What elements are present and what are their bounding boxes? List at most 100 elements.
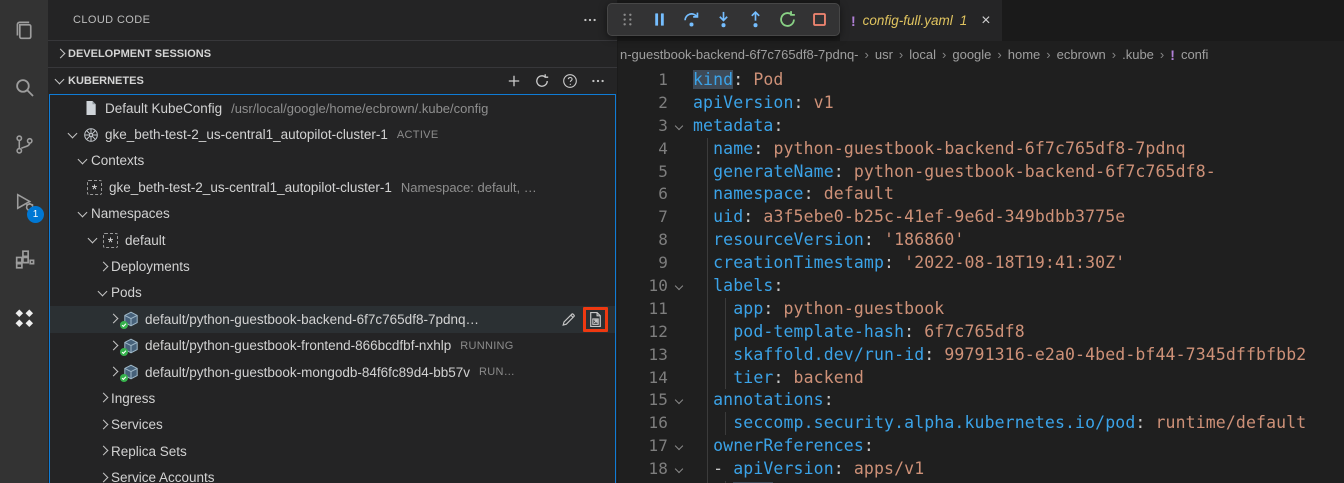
tree-item-description: Namespace: default, …: [401, 180, 537, 195]
tree-item-contexts[interactable]: Contexts: [50, 148, 615, 174]
chevron-down-icon[interactable]: [75, 206, 91, 222]
more-actions-button[interactable]: [587, 70, 609, 92]
tree-item-replica-sets[interactable]: Replica Sets: [50, 438, 615, 464]
section-kubernetes[interactable]: KUBERNETES: [48, 67, 617, 94]
chevron-right-icon[interactable]: [95, 259, 111, 275]
activity-item-source-control[interactable]: [0, 120, 48, 168]
yaml-key: uid: [713, 207, 743, 226]
editor-group: ! config-full.yaml 1 × n-guestbook-backe…: [618, 0, 1344, 483]
step-into-button[interactable]: [709, 6, 738, 34]
pause-button[interactable]: [645, 6, 674, 34]
chevron-down-icon[interactable]: [75, 153, 91, 169]
line-number: 17: [618, 435, 668, 458]
fold-chevron-icon[interactable]: [668, 435, 693, 458]
add-cluster-button[interactable]: [503, 70, 525, 92]
chevron-right-icon[interactable]: [95, 443, 111, 459]
indent-guide: [725, 321, 726, 344]
tree-item-gke-beth-test-2-us-central1-autopilot-cl[interactable]: *gke_beth-test-2_us-central1_autopilot-c…: [50, 174, 615, 200]
tree-item-default-python-guestbook-backend-6f7c765[interactable]: default/python-guestbook-backend-6f7c765…: [50, 306, 615, 332]
tree-item-label: Ingress: [111, 391, 155, 406]
help-button[interactable]: [559, 70, 581, 92]
breadcrumb-item[interactable]: ecbrown: [1057, 47, 1106, 62]
activity-item-cloud-code[interactable]: [0, 294, 48, 342]
chevron-right-icon[interactable]: [105, 364, 121, 380]
tree-item-pods[interactable]: Pods: [50, 280, 615, 306]
tab-label: config-full.yaml: [863, 13, 953, 28]
indent-guide: [725, 344, 726, 367]
tree-item-label: gke_beth-test-2_us-central1_autopilot-cl…: [105, 127, 388, 142]
tree-item-default-python-guestbook-frontend-866bcd[interactable]: default/python-guestbook-frontend-866bcd…: [50, 333, 615, 359]
code-line: 14 tier: backend: [618, 367, 1344, 390]
chevron-right-icon[interactable]: [105, 338, 121, 354]
chevron-right-icon[interactable]: [95, 417, 111, 433]
code-line: 11 app: python-guestbook: [618, 298, 1344, 321]
line-number: 1: [618, 69, 668, 92]
activity-item-extensions[interactable]: [0, 235, 48, 283]
breadcrumb-item[interactable]: usr: [875, 47, 893, 62]
step-out-button[interactable]: [741, 6, 770, 34]
chevron-down-icon[interactable]: [65, 127, 81, 143]
tree-item-ingress[interactable]: Ingress: [50, 385, 615, 411]
tree-item-gke-beth-test-2-us-central1-autopilot-cl[interactable]: gke_beth-test-2_us-central1_autopilot-cl…: [50, 121, 615, 147]
fold-chevron-icon[interactable]: [668, 389, 693, 412]
chevron-down-icon[interactable]: [95, 285, 111, 301]
restart-button[interactable]: [773, 6, 802, 34]
activity-item-explorer[interactable]: [0, 6, 48, 54]
drag-gripper-button[interactable]: [613, 6, 642, 34]
tree-item-status-badge: RUNNING: [460, 340, 513, 352]
tree-item-label: default/python-guestbook-frontend-866bcd…: [145, 338, 451, 353]
breadcrumb-file[interactable]: confi: [1181, 47, 1208, 62]
editor-gutter: 7: [618, 206, 693, 229]
edit-pod-button[interactable]: [560, 311, 577, 328]
fold-chevron-icon[interactable]: [668, 458, 693, 481]
tree-item-label: Namespaces: [91, 206, 170, 221]
code-line: 17 ownerReferences:: [618, 435, 1344, 458]
code-editor[interactable]: 1kind: Pod2apiVersion: v13metadata:4 nam…: [618, 68, 1344, 483]
line-number: 10: [618, 275, 668, 298]
tree-item-default-python-guestbook-mongodb-84f6fc8[interactable]: default/python-guestbook-mongodb-84f6fc8…: [50, 359, 615, 385]
chevron-down-icon[interactable]: [85, 232, 101, 248]
tab-config-full-yaml[interactable]: ! config-full.yaml 1 ×: [840, 0, 1003, 41]
editor-gutter: 11: [618, 298, 693, 321]
fold-chevron-icon[interactable]: [668, 275, 693, 298]
activity-bar: 1: [0, 0, 48, 483]
tree-item-default[interactable]: *default: [50, 227, 615, 253]
yaml-value: default: [824, 184, 894, 203]
fold-chevron-icon[interactable]: [668, 115, 693, 138]
activity-item-run-debug[interactable]: 1: [0, 178, 48, 226]
line-number: 12: [618, 321, 668, 344]
chevron-right-icon[interactable]: [95, 470, 111, 483]
activity-item-search[interactable]: [0, 63, 48, 111]
section-development-sessions[interactable]: DEVELOPMENT SESSIONS: [48, 40, 617, 67]
refresh-button[interactable]: [531, 70, 553, 92]
chevron-right-icon[interactable]: [95, 390, 111, 406]
close-icon[interactable]: ×: [981, 13, 990, 29]
tree-item-default-kubeconfig[interactable]: Default KubeConfig/usr/local/google/home…: [50, 95, 615, 121]
indent-guide: [707, 252, 708, 275]
tree-item-namespaces[interactable]: Namespaces: [50, 201, 615, 227]
tree-item-deployments[interactable]: Deployments: [50, 253, 615, 279]
line-number: 18: [618, 458, 668, 481]
chevron-right-icon[interactable]: [105, 311, 121, 327]
pod-icon: [122, 338, 139, 354]
breadcrumb-item[interactable]: .kube: [1122, 47, 1154, 62]
line-number: 2: [618, 92, 668, 115]
tree-item-label: Deployments: [111, 259, 190, 274]
stop-button[interactable]: [805, 6, 834, 34]
step-over-button[interactable]: [677, 6, 706, 34]
tree-item-service-accounts[interactable]: Service Accounts: [50, 464, 615, 483]
breadcrumb-item[interactable]: home: [1008, 47, 1041, 62]
editor-gutter: 5: [618, 161, 693, 184]
view-pod-yaml-button[interactable]: [587, 311, 604, 328]
kubernetes-tree: Default KubeConfig/usr/local/google/home…: [49, 94, 616, 483]
line-number: 7: [618, 206, 668, 229]
tree-item-services[interactable]: Services: [50, 412, 615, 438]
breadcrumb-item[interactable]: local: [909, 47, 936, 62]
more-actions-button[interactable]: [579, 9, 601, 31]
annotation-highlight-box: [583, 307, 608, 332]
breadcrumb-item[interactable]: n-guestbook-backend-6f7c765df8-7pdnq-: [620, 47, 859, 62]
breadcrumb-item[interactable]: google: [952, 47, 991, 62]
editor-gutter: 17: [618, 435, 693, 458]
yaml-key: name: [713, 139, 753, 158]
yaml-colon: :: [753, 139, 773, 158]
